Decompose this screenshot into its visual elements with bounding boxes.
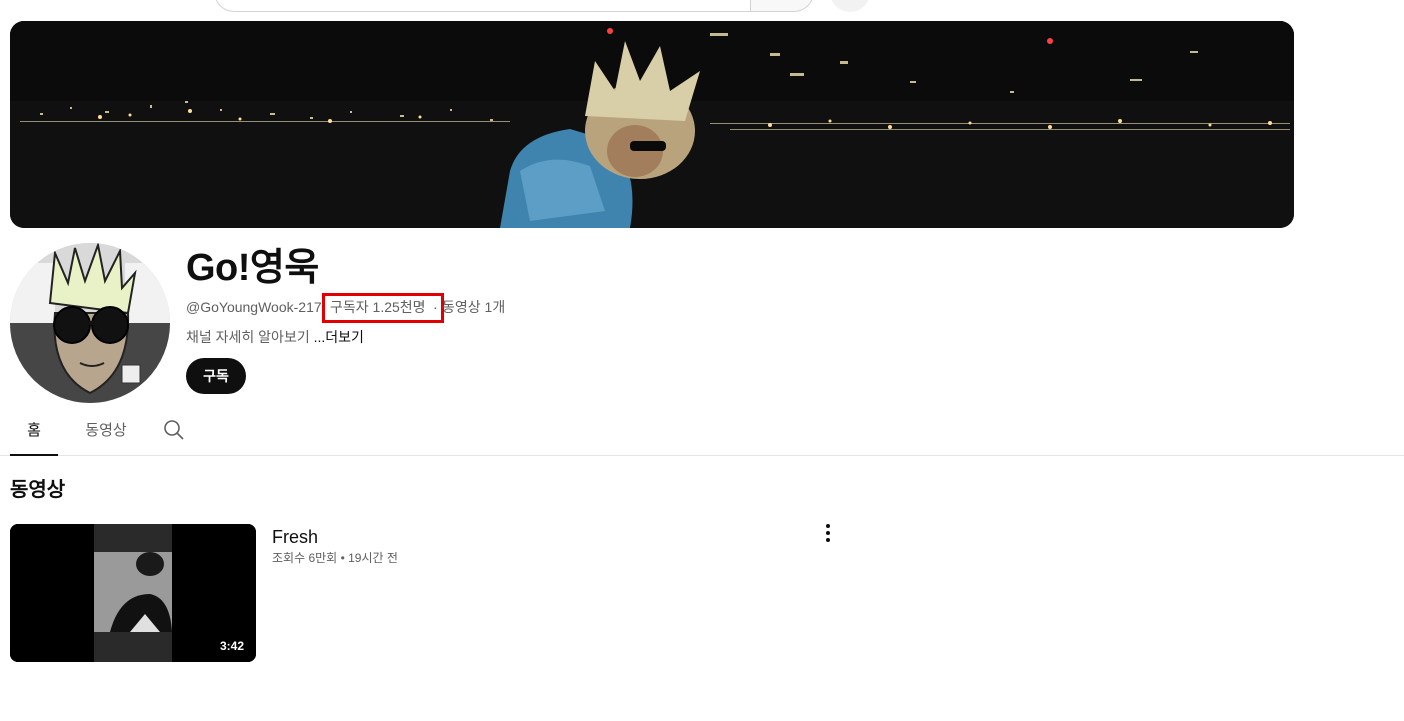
channel-tabs: 홈 동영상 [0,412,1404,456]
more-link[interactable]: ...더보기 [314,329,364,345]
video-count: 동영상 1개 [442,299,506,315]
channel-page: Go!영욱 @GoYoungWook-217 구독자 1.25천명 · 동영상 … [0,0,1404,721]
video-views: 조회수 6만회 [272,551,338,565]
search-icon[interactable] [160,418,188,448]
voice-search-button[interactable] [830,0,870,12]
tab-videos[interactable]: 동영상 [82,412,130,456]
channel-avatar[interactable] [10,243,170,403]
meta-dot: • [340,551,345,565]
video-age: 19시간 전 [348,551,398,565]
section-title: 동영상 [10,479,66,501]
subscriber-count: 구독자 1.25천명 [330,299,426,315]
video-meta: 조회수 6만회 • 19시간 전 [272,549,398,567]
meta-separator: · [433,299,438,315]
video-title[interactable]: Fresh [272,525,318,549]
more-vert-icon[interactable] [816,521,840,545]
search-button[interactable] [750,0,814,12]
video-duration: 3:42 [215,638,248,654]
video-thumbnail[interactable]: 3:42 [10,524,256,662]
channel-name: Go!영욱 [186,247,319,289]
tab-home[interactable]: 홈 [10,412,58,456]
channel-description[interactable]: 채널 자세히 알아보기 ...더보기 [186,327,364,347]
subscribe-button[interactable]: 구독 [186,358,246,394]
channel-handle: @GoYoungWook-217 [186,299,322,315]
search-input[interactable] [214,0,750,12]
description-text: 채널 자세히 알아보기 [186,329,314,345]
channel-banner [10,21,1294,228]
